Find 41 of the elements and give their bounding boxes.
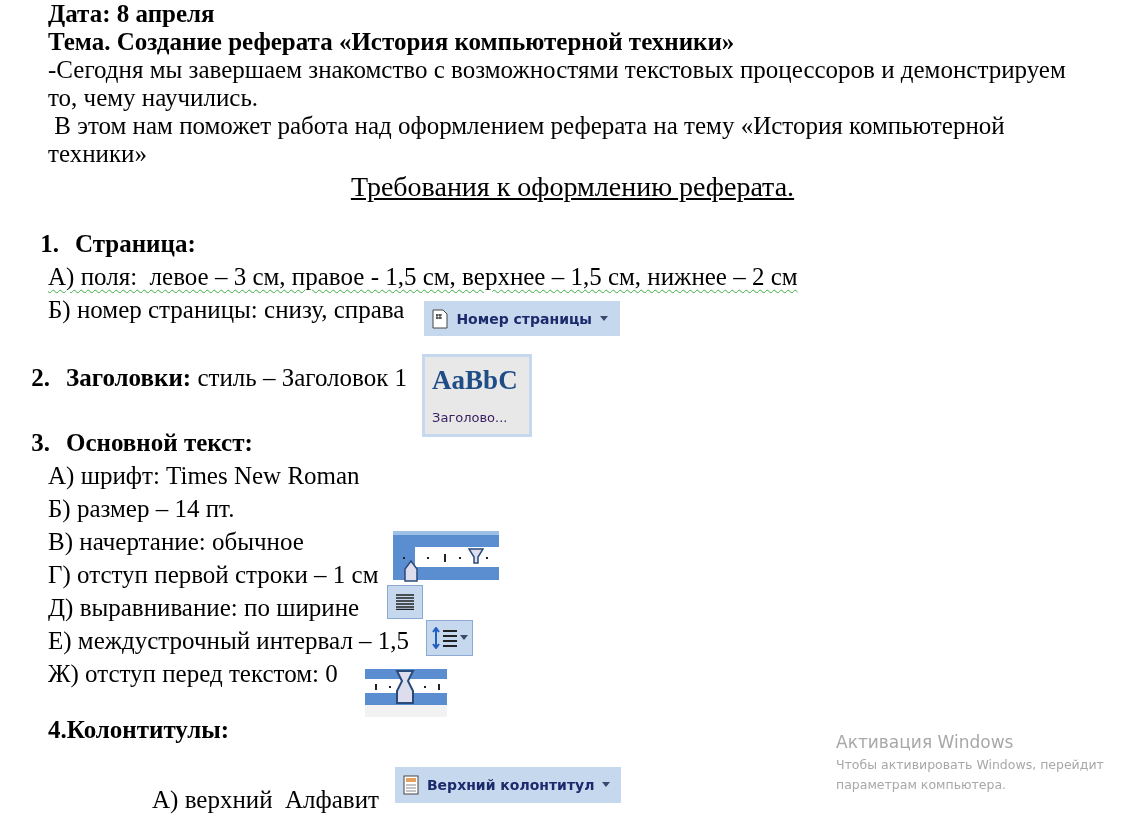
document-title: Требования к оформлению реферата. bbox=[350, 172, 795, 202]
list-item-text: А) шрифт: Times New Roman bbox=[48, 461, 360, 490]
list-item-text: Ж) отступ перед текстом: 0 bbox=[48, 659, 338, 688]
list-item-text: Г) отступ первой строки – 1 см bbox=[48, 560, 379, 589]
list-item-text: Б) номер страницы: снизу, справа bbox=[48, 295, 405, 324]
line-spacing-button[interactable] bbox=[426, 619, 474, 656]
caret-icon bbox=[602, 782, 611, 787]
style-name: Заголово... bbox=[432, 409, 509, 427]
header-button[interactable]: Верхний колонтитул bbox=[394, 766, 621, 803]
list-item-text: А) верхний Алфавит bbox=[152, 785, 379, 814]
page-icon bbox=[432, 308, 449, 329]
section-title: Заголовки: bbox=[66, 363, 192, 392]
caret-icon bbox=[459, 635, 468, 640]
list-item-text: В) начертание: обычное bbox=[48, 527, 304, 556]
paragraph: -Сегодня мы завершаем знакомство с возможностями текстовых процессоров и демонстрируем то, чему научились. bbox=[48, 56, 1067, 112]
style-sample: AaBbC bbox=[432, 367, 519, 394]
activation-text: Чтобы активировать Windows, перейдит bbox=[836, 756, 1104, 774]
list-item-text: Б) размер – 14 пт. bbox=[48, 494, 235, 523]
justify-button[interactable] bbox=[387, 584, 424, 619]
caret-icon bbox=[600, 316, 608, 321]
section-text: стиль – Заголовок 1 bbox=[196, 363, 408, 392]
section-title: Основной текст: bbox=[66, 428, 253, 457]
header-page-icon bbox=[402, 774, 419, 795]
heading-line: Дата: 8 апреля bbox=[48, 0, 216, 28]
heading-style-tile[interactable]: AaBbC Заголово... bbox=[422, 354, 533, 437]
activation-text: параметрам компьютера. bbox=[836, 776, 1008, 794]
line-spacing-icon bbox=[431, 626, 458, 649]
section-title: Колонтитулы: bbox=[66, 715, 230, 744]
list-item-text: А) поля: левое – 3 см, правое - 1,5 см, верхнее – 1,5 см, нижнее – 2 см bbox=[48, 262, 798, 291]
section-number: 4. bbox=[48, 715, 67, 744]
page-number-button[interactable]: Номер страницы bbox=[424, 301, 621, 336]
section-number: 2. bbox=[30, 363, 51, 392]
paragraph: В этом нам поможет работа над оформлением реферата на тему «История компьютерной техники» bbox=[48, 112, 1006, 168]
section-number: 1. bbox=[39, 229, 60, 258]
heading-line: Тема. Создание реферата «История компьютерной техники» bbox=[48, 28, 736, 56]
list-item-text: Е) междустрочный интервал – 1,5 bbox=[48, 626, 410, 655]
section-title: Страница: bbox=[75, 229, 196, 258]
list-item-text: Д) выравнивание: по ширине bbox=[48, 593, 360, 622]
section-number: 3. bbox=[30, 428, 51, 457]
activation-title: Активация Windows bbox=[836, 731, 1015, 754]
justify-icon bbox=[396, 593, 415, 610]
